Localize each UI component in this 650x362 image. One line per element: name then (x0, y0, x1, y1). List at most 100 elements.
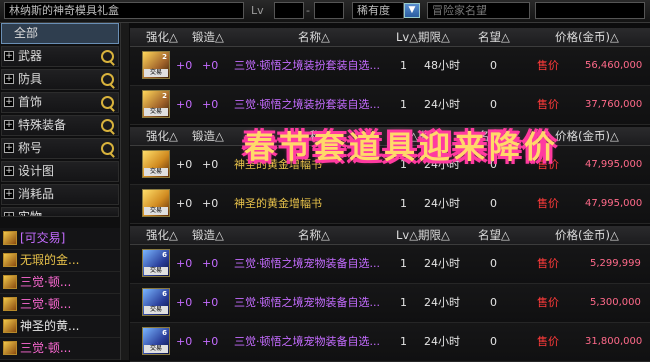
col-enhance[interactable]: 强化△ (146, 127, 178, 145)
col-lv[interactable]: Lv△ (396, 226, 418, 244)
col-name[interactable]: 名称△ (298, 226, 330, 244)
period-value: 24小时 (424, 257, 460, 270)
col-name[interactable]: 名称△ (298, 28, 330, 46)
sidebar-item-label: 称号 (18, 141, 43, 155)
lv-value: 1 (400, 197, 407, 210)
col-forge[interactable]: 锻造△ (192, 226, 224, 244)
sidebar-item-label: 设计图 (18, 164, 55, 178)
col-price[interactable]: 价格(金币)△ (555, 226, 619, 244)
sidebar-item-weapon[interactable]: + 武器 (1, 46, 119, 67)
fame-value: 0 (490, 197, 497, 210)
fame-value: 0 (490, 59, 497, 72)
col-fame[interactable]: 名望△ (478, 226, 510, 244)
forge-value: +0 (202, 257, 219, 270)
col-period[interactable]: 期限△ (418, 226, 450, 244)
category-sidebar: 全部 + 武器 + 防具 + 首饰 + 特殊装备 + 称号 + 设计图 + 消耗品 + 实物 [… (0, 23, 121, 360)
item-icon (3, 231, 17, 245)
price-value: 47,995,000 (585, 198, 643, 209)
sidebar-item-label: 消耗品 (18, 187, 55, 201)
scroll-icon: 交易 (142, 189, 170, 217)
expand-icon[interactable]: + (4, 51, 14, 61)
search-icon[interactable] (101, 142, 114, 155)
sidebar-item-all[interactable]: 全部 (1, 23, 119, 44)
forge-value: +0 (202, 296, 219, 309)
sidebar-item-consumable[interactable]: + 消耗品 (1, 184, 119, 205)
table-row[interactable]: 2 交易 +0 +0 三觉·顿悟之境装扮套装自选... 1 48小时 0 售价 5… (130, 47, 650, 86)
sale-label: 售价 (537, 98, 559, 111)
sidebar-item-accessory[interactable]: + 首饰 (1, 92, 119, 113)
expand-icon[interactable]: + (4, 166, 14, 176)
sale-label: 售价 (537, 335, 559, 348)
item-name-search-input[interactable]: 林纳斯的神奇模具礼盒 (4, 2, 244, 19)
lv-min-input[interactable] (274, 2, 304, 19)
sale-label: 售价 (537, 197, 559, 210)
sale-label: 售价 (537, 257, 559, 270)
item-name: 三觉·顿悟之境装扮套装自选... (234, 98, 380, 111)
search-bar: 林纳斯的神奇模具礼盒 Lv - 稀有度 ▼ 冒险家名望 (0, 0, 650, 23)
enhance-value: +0 (176, 98, 193, 111)
sidebar-item-special-equipment[interactable]: + 特殊装备 (1, 115, 119, 136)
result-item[interactable]: 三觉·顿... (0, 338, 120, 360)
expand-icon[interactable]: + (4, 143, 14, 153)
item-name: 三觉·顿悟之境宠物装备自选... (234, 296, 380, 309)
table-row[interactable]: 6 交易 +0 +0 三觉·顿悟之境宠物装备自选... 1 24小时 0 售价 3… (130, 323, 650, 362)
result-item[interactable]: 三觉·顿... (0, 272, 120, 294)
col-price[interactable]: 价格(金币)△ (555, 28, 619, 46)
sidebar-item-material[interactable]: + 实物 (1, 207, 119, 217)
table-row[interactable]: 2 交易 +0 +0 三觉·顿悟之境装扮套装自选... 1 24小时 0 售价 3… (130, 86, 650, 125)
col-price[interactable]: 价格(金币)△ (555, 127, 619, 145)
chevron-down-icon[interactable]: ▼ (404, 3, 420, 18)
expand-icon[interactable]: + (4, 74, 14, 84)
lv-value: 1 (400, 257, 407, 270)
keyword-input[interactable] (535, 2, 645, 19)
gift-box-icon: 2 交易 (142, 90, 170, 118)
lv-value: 1 (400, 98, 407, 111)
table-row[interactable]: 6 交易 +0 +0 三觉·顿悟之境宠物装备自选... 1 24小时 0 售价 5… (130, 284, 650, 323)
result-item[interactable]: 三觉·顿... (0, 294, 120, 316)
expand-icon[interactable]: + (4, 120, 14, 130)
table-row[interactable]: 交易 +0 +0 神圣的黄金增幅书 1 24小时 0 售价 47,995,000 (130, 185, 650, 224)
search-icon[interactable] (101, 73, 114, 86)
col-forge[interactable]: 锻造△ (192, 28, 224, 46)
result-item[interactable]: 无瑕的金... (0, 250, 120, 272)
search-icon[interactable] (101, 96, 114, 109)
col-enhance[interactable]: 强化△ (146, 226, 178, 244)
adventurer-name-input[interactable]: 冒险家名望 (427, 2, 530, 19)
lv-max-input[interactable] (314, 2, 344, 19)
sidebar-item-label: 武器 (18, 49, 43, 63)
item-icon (3, 341, 17, 355)
col-period[interactable]: 期限△ (418, 28, 450, 46)
col-enhance[interactable]: 强化△ (146, 28, 178, 46)
expand-icon[interactable]: + (4, 189, 14, 199)
col-lv[interactable]: Lv△ (396, 28, 418, 46)
result-item[interactable]: 神圣的黄... (0, 316, 120, 338)
sidebar-item-label: 特殊装备 (18, 118, 67, 132)
result-item[interactable]: [可交易] (0, 228, 120, 250)
scrollbar[interactable] (121, 23, 129, 360)
sidebar-item-title[interactable]: + 称号 (1, 138, 119, 159)
expand-icon[interactable]: + (4, 212, 14, 216)
lv-value: 1 (400, 335, 407, 348)
expand-icon[interactable]: + (4, 97, 14, 107)
lv-value: 1 (400, 59, 407, 72)
item-name: 三觉·顿悟之境装扮套装自选... (234, 59, 380, 72)
table-row[interactable]: 6 交易 +0 +0 三觉·顿悟之境宠物装备自选... 1 24小时 0 售价 5… (130, 245, 650, 284)
rarity-select[interactable]: 稀有度 (352, 2, 404, 19)
search-icon[interactable] (101, 119, 114, 132)
enhance-value: +0 (176, 197, 193, 210)
sidebar-item-blueprint[interactable]: + 设计图 (1, 161, 119, 182)
result-item-label: 三觉·顿... (20, 297, 72, 311)
col-fame[interactable]: 名望△ (478, 28, 510, 46)
lv-value: 1 (400, 296, 407, 309)
sidebar-item-label: 首饰 (18, 95, 43, 109)
pet-box-icon: 6 交易 (142, 249, 170, 277)
period-value: 48小时 (424, 59, 460, 72)
forge-value: +0 (202, 158, 219, 171)
search-icon[interactable] (101, 50, 114, 63)
sidebar-item-armor[interactable]: + 防具 (1, 69, 119, 90)
enhance-value: +0 (176, 257, 193, 270)
period-value: 24小时 (424, 335, 460, 348)
price-value: 31,800,000 (585, 336, 643, 347)
col-forge[interactable]: 锻造△ (192, 127, 224, 145)
promo-banner: 春节套道具迎来降价 (244, 130, 559, 166)
